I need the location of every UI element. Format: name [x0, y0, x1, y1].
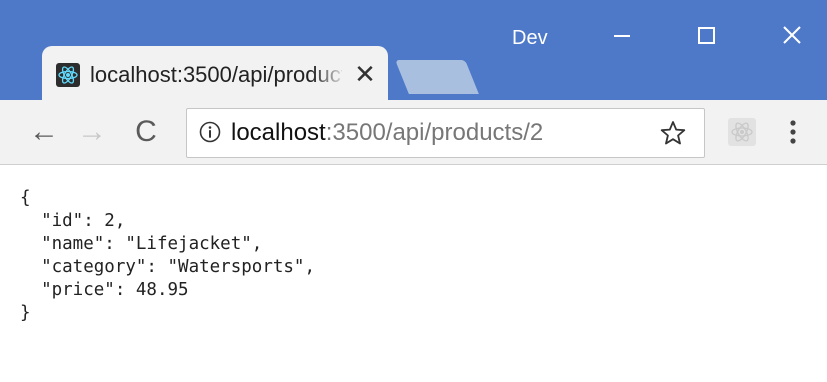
info-icon[interactable]: [199, 121, 221, 143]
close-button[interactable]: [762, 14, 822, 58]
json-line: "price": 48.95: [20, 280, 189, 300]
json-line: "category": "Watersports",: [20, 257, 316, 277]
json-line: {: [20, 188, 31, 208]
maximize-icon: [698, 27, 715, 44]
active-tab[interactable]: localhost:3500/api/products/2 ✕: [42, 46, 388, 102]
toolbar: ← → C localhost:3500/api/products/2: [0, 100, 827, 165]
react-atom-icon: [56, 63, 80, 87]
json-line: "name": "Lifejacket",: [20, 234, 263, 254]
minimize-button[interactable]: [592, 14, 652, 58]
url-path: :3500/api/products/2: [325, 119, 544, 146]
close-icon: [783, 26, 801, 44]
star-icon[interactable]: [659, 119, 687, 147]
json-response: { "id": 2, "name": "Lifejacket", "catego…: [20, 187, 315, 325]
tab-title-fade: [312, 58, 346, 92]
maximize-button[interactable]: [676, 14, 736, 58]
tab-title: localhost:3500/api/products/2: [90, 62, 342, 87]
page-content: { "id": 2, "name": "Lifejacket", "catego…: [0, 165, 827, 382]
profile-name[interactable]: Dev: [512, 26, 548, 50]
url-text[interactable]: localhost:3500/api/products/2: [231, 119, 543, 147]
address-bar[interactable]: localhost:3500/api/products/2: [186, 108, 705, 158]
url-host: localhost: [231, 119, 326, 146]
forward-button[interactable]: →: [72, 112, 112, 152]
tab-close-icon[interactable]: ✕: [351, 60, 379, 88]
json-line: "id": 2,: [20, 211, 126, 231]
json-line: }: [20, 303, 31, 323]
reload-button[interactable]: C: [126, 112, 166, 152]
back-button[interactable]: ←: [24, 112, 64, 152]
new-tab-button[interactable]: [395, 60, 479, 94]
browser-window: localhost:3500/api/products/2 ✕ Dev ← → …: [0, 0, 827, 382]
kebab-menu-icon[interactable]: [782, 114, 804, 150]
title-bar: localhost:3500/api/products/2 ✕ Dev: [0, 0, 827, 102]
react-devtools-icon[interactable]: [728, 118, 756, 146]
minimize-icon: [614, 35, 630, 37]
